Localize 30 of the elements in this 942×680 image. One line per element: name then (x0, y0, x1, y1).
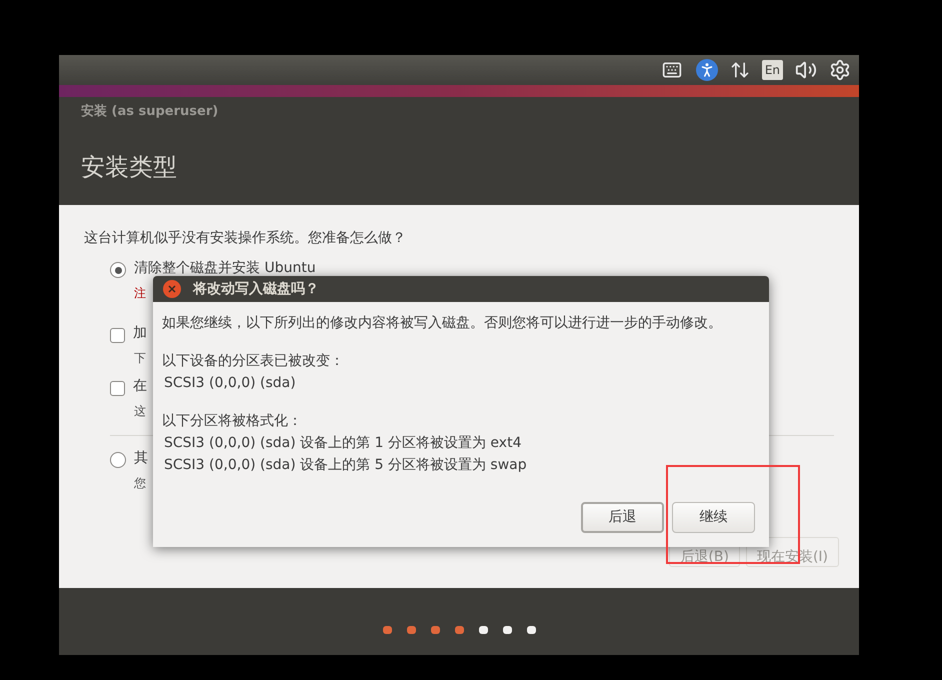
option-label: 在 (133, 377, 147, 395)
option-label: 加 (133, 324, 147, 342)
option-label: 清除整个磁盘并安装 Ubuntu (134, 259, 316, 277)
option-note: 您 (134, 475, 146, 492)
option-note: 下 (134, 350, 146, 367)
dialog-message: 如果您继续，以下所列出的修改内容将被写入磁盘。否则您将可以进行进一步的手动修改。 (162, 314, 723, 332)
checkbox[interactable] (110, 328, 125, 342)
section-item: SCSI3 (0,0,0) (sda) 设备上的第 5 分区将被设置为 swap (164, 456, 528, 474)
network-icon[interactable] (730, 60, 750, 80)
dialog-button[interactable]: 后退 (581, 502, 664, 533)
window-title: 安装 (as superuser) (81, 103, 220, 121)
settings-icon[interactable] (829, 59, 851, 81)
option-note: 这 (134, 403, 146, 420)
volume-icon[interactable] (795, 59, 817, 81)
question-text: 这台计算机似乎没有安装操作系统。您准备怎么做？ (84, 229, 407, 247)
page-heading: 安装类型 (81, 152, 178, 182)
dialog-button[interactable]: 继续 (672, 502, 755, 533)
radio-button[interactable] (110, 262, 126, 278)
option-note: 注 (134, 285, 146, 302)
section-heading: 以下分区将被格式化： (162, 412, 303, 430)
dialog-title: 将改动写入磁盘吗？ (193, 280, 319, 298)
section-item: SCSI3 (0,0,0) (sda) 设备上的第 1 分区将被设置为 ext4 (164, 434, 522, 452)
option-label: 其 (134, 449, 148, 467)
radio-button[interactable] (110, 452, 126, 468)
checkbox[interactable] (110, 380, 125, 396)
accessibility-icon[interactable] (696, 59, 718, 81)
section-heading: 以下设备的分区表已被改变： (162, 352, 345, 370)
section-item: SCSI3 (0,0,0) (sda) (164, 374, 297, 392)
close-icon[interactable] (163, 280, 181, 298)
language-indicator[interactable]: En (762, 60, 783, 80)
